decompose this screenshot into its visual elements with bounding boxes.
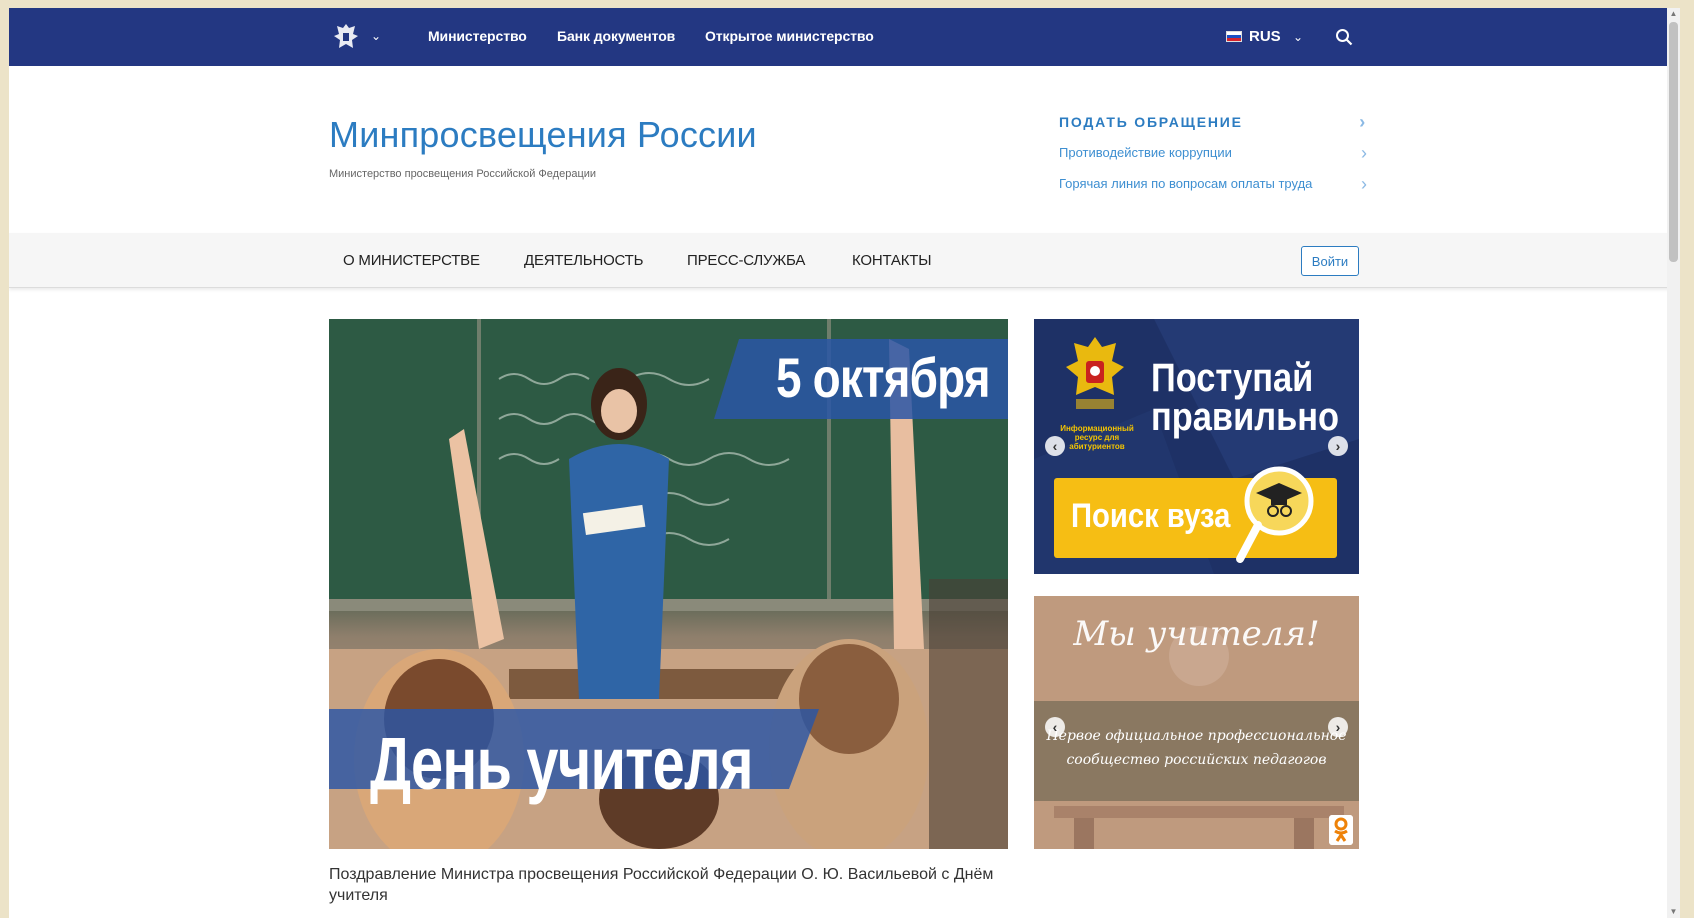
top-link-open-ministry[interactable]: Открытое министерство (705, 28, 874, 44)
submit-appeal-link[interactable]: ПОДАТЬ ОБРАЩЕНИЕ › (1059, 112, 1367, 145)
nav-item-press[interactable]: ПРЕСС-СЛУЖБА (687, 252, 805, 269)
eagle-emblem-icon (1066, 337, 1124, 409)
banner-teachers-community[interactable]: Мы учителя! Первое официальное профессио… (1034, 596, 1359, 849)
banner-admission[interactable]: Информационный ресурс для абитуриентов П… (1034, 319, 1359, 574)
nav-item-about[interactable]: О МИНИСТЕРСТВЕ (343, 252, 480, 269)
odnoklassniki-icon[interactable] (1329, 815, 1353, 845)
search-icon[interactable] (1335, 28, 1353, 46)
banner-title-line2: правильно (1151, 395, 1340, 439)
chevron-right-icon: › (1361, 174, 1367, 194)
coat-of-arms-icon[interactable] (333, 22, 359, 52)
chevron-right-icon: › (1359, 112, 1367, 132)
link-label: ПОДАТЬ ОБРАЩЕНИЕ (1059, 114, 1243, 130)
banner-text-line2: сообщество российских педагогов (1066, 752, 1327, 768)
top-link-ministry[interactable]: Министерство (428, 28, 527, 44)
chevron-right-icon: › (1361, 143, 1367, 163)
banner-text-line1: Первое официальное профессиональное (1046, 728, 1347, 744)
link-label: Противодействие коррупции (1059, 145, 1232, 160)
nav-item-contacts[interactable]: КОНТАКТЫ (852, 252, 932, 269)
scroll-up-icon[interactable]: ▲ (1667, 8, 1680, 20)
top-link-documents[interactable]: Банк документов (557, 28, 675, 44)
banner-title: Мы учителя! (1073, 614, 1320, 654)
main-nav: О МИНИСТЕРСТВЕ ДЕЯТЕЛЬНОСТЬ ПРЕСС-СЛУЖБА… (9, 233, 1680, 288)
chevron-down-icon[interactable]: ⌄ (371, 29, 381, 43)
scroll-thumb[interactable] (1669, 22, 1678, 262)
banner-description: Первое официальное профессиональное сооб… (1044, 724, 1349, 772)
carousel-next-button[interactable]: › (1328, 436, 1348, 456)
carousel-next-button[interactable]: › (1328, 717, 1348, 737)
page-scrollbar[interactable]: ▲ ▼ (1667, 8, 1680, 918)
magnifier-graduation-icon (1236, 466, 1314, 563)
carousel-prev-button[interactable]: ‹ (1045, 717, 1065, 737)
site-subtitle: Министерство просвещения Российской Феде… (329, 168, 597, 180)
link-label: Горячая линия по вопросам оплаты труда (1059, 176, 1313, 191)
russia-flag-icon[interactable] (1226, 31, 1242, 42)
chevron-down-icon[interactable]: ⌄ (1293, 30, 1303, 44)
site-title[interactable]: Минпросвещения России (329, 114, 757, 156)
hero-title: День учителя (370, 722, 754, 805)
top-bar: ⌄ Министерство Банк документов Открытое … (9, 8, 1680, 66)
language-selector[interactable]: RUS (1249, 28, 1281, 45)
nav-item-activity[interactable]: ДЕЯТЕЛЬНОСТЬ (524, 252, 643, 269)
hero-caption-link[interactable]: Поздравление Министра просвещения Россий… (329, 864, 1019, 906)
banner-title-line1: Поступай (1151, 356, 1314, 400)
browser-viewport: ⌄ Министерство Банк документов Открытое … (9, 8, 1680, 918)
scroll-down-icon[interactable]: ▼ (1667, 906, 1680, 918)
button-label: Поиск вуза (1071, 497, 1231, 535)
banner-small-text: Информационный ресурс для абитуриентов (1060, 424, 1134, 451)
anti-corruption-link[interactable]: Противодействие коррупции › (1059, 143, 1367, 176)
login-button[interactable]: Войти (1301, 246, 1359, 276)
hero-date: 5 октября (776, 346, 991, 409)
carousel-prev-button[interactable]: ‹ (1045, 436, 1065, 456)
hero-banner[interactable]: 5 октября День учителя (329, 319, 1008, 849)
header-quick-links: ПОДАТЬ ОБРАЩЕНИЕ › Противодействие корру… (1059, 112, 1367, 207)
hotline-link[interactable]: Горячая линия по вопросам оплаты труда › (1059, 174, 1367, 207)
banner-title: Поступай правильно (1151, 356, 1340, 439)
